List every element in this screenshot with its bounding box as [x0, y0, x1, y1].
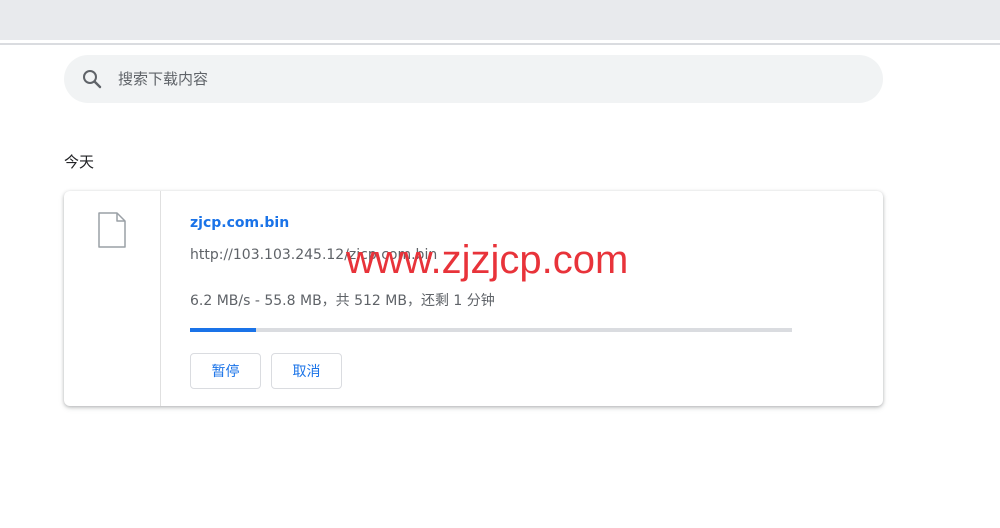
- file-name-link[interactable]: zjcp.com.bin: [190, 215, 289, 231]
- top-bar: [0, 0, 1000, 40]
- card-divider: [160, 191, 161, 406]
- download-progress-bar: [190, 328, 792, 332]
- pause-button[interactable]: 暂停: [190, 353, 261, 389]
- download-item-card: zjcp.com.bin http://103.103.245.12/zjcp.…: [64, 191, 883, 406]
- search-icon: [83, 70, 102, 89]
- file-url-link[interactable]: http://103.103.245.12/zjcp.com.bin: [190, 247, 437, 263]
- download-progress-fill: [190, 328, 256, 332]
- search-box[interactable]: [64, 55, 883, 103]
- file-icon: [98, 212, 126, 248]
- date-section-title: 今天: [64, 153, 95, 171]
- cancel-button[interactable]: 取消: [271, 353, 342, 389]
- download-status-text: 6.2 MB/s - 55.8 MB，共 512 MB，还剩 1 分钟: [190, 293, 495, 309]
- search-input[interactable]: [118, 55, 858, 103]
- top-bar-divider: [0, 43, 1000, 45]
